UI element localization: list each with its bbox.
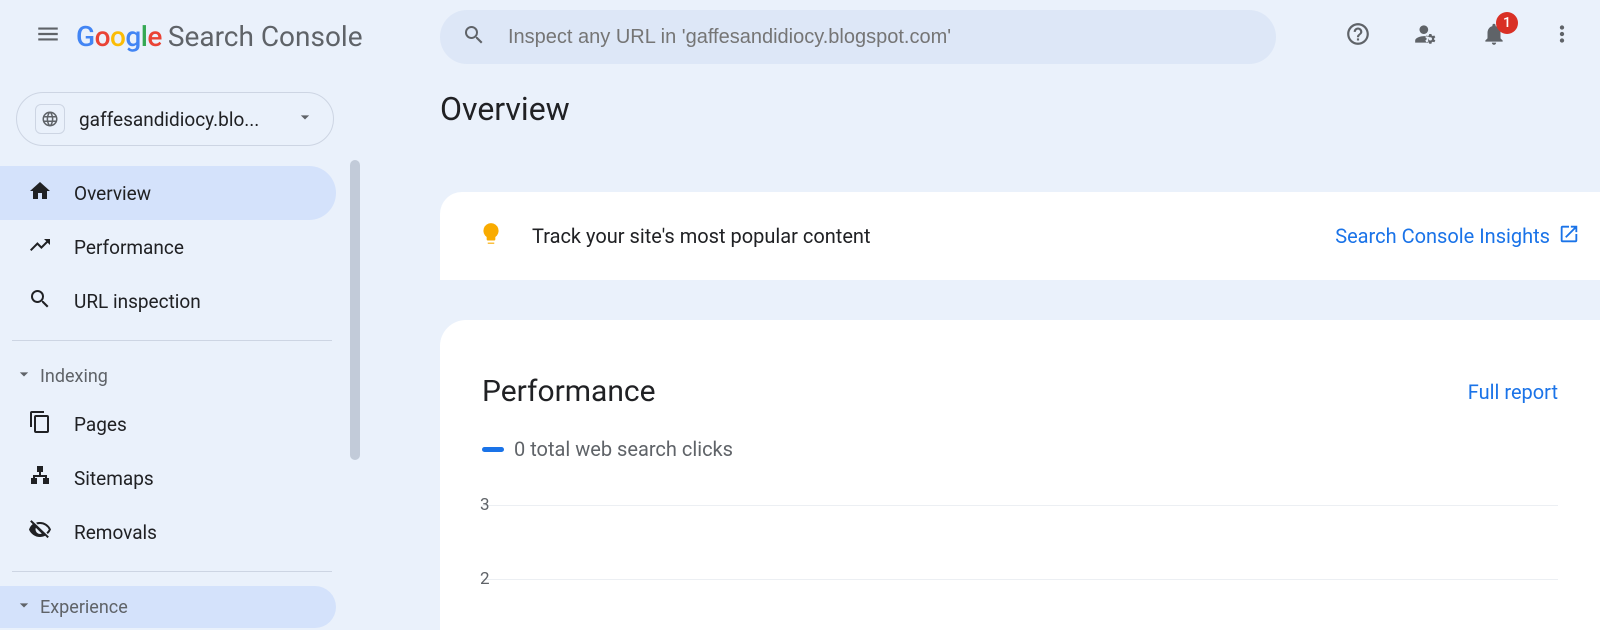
full-report-link[interactable]: Full report: [1468, 380, 1558, 404]
sitemap-icon: [28, 464, 52, 493]
insights-link[interactable]: Search Console Insights: [1335, 223, 1580, 250]
product-logo: Google Search Console: [76, 20, 363, 53]
insights-link-label: Search Console Insights: [1335, 224, 1550, 248]
page-title: Overview: [440, 90, 1600, 156]
main-content: Overview Track your site's most popular …: [440, 90, 1600, 630]
sidebar-item-label: Pages: [74, 413, 336, 436]
hamburger-icon: [35, 21, 61, 51]
chart-legend: 0 total web search clicks: [482, 437, 1558, 461]
sidebar-divider: [12, 571, 332, 572]
sidebar-item-label: Overview: [74, 182, 336, 205]
y-tick-label: 3: [480, 495, 490, 515]
search-icon: [462, 23, 486, 51]
chevron-down-icon: [14, 364, 34, 389]
sidebar-item-label: Sitemaps: [74, 467, 336, 490]
home-icon: [28, 179, 52, 208]
notifications-button[interactable]: 1: [1474, 16, 1514, 56]
help-icon: [1345, 21, 1371, 51]
performance-chart: 3 2: [482, 483, 1558, 623]
search-icon: [28, 287, 52, 316]
insights-text: Track your site's most popular content: [532, 224, 1335, 248]
notification-badge: 1: [1496, 12, 1518, 34]
sidebar-scrollbar[interactable]: [350, 160, 360, 460]
sidebar-item-label: Removals: [74, 521, 336, 544]
sidebar-item-pages[interactable]: Pages: [0, 397, 336, 451]
performance-card-title: Performance: [482, 374, 656, 409]
google-logo: Google: [76, 20, 162, 53]
section-label: Experience: [40, 597, 128, 618]
url-inspect-searchbar[interactable]: [440, 10, 1276, 64]
help-button[interactable]: [1338, 16, 1378, 56]
section-label: Indexing: [40, 366, 108, 387]
users-settings-icon: [1413, 21, 1439, 51]
sidebar-item-sitemaps[interactable]: Sitemaps: [0, 451, 336, 505]
pages-icon: [28, 410, 52, 439]
sidebar-item-performance[interactable]: Performance: [0, 220, 336, 274]
chevron-down-icon: [14, 595, 34, 620]
sidebar-section-experience[interactable]: Experience: [0, 586, 336, 628]
menu-button[interactable]: [24, 12, 72, 60]
legend-label: 0 total web search clicks: [514, 437, 733, 461]
performance-card: Performance Full report 0 total web sear…: [440, 320, 1600, 630]
property-name: gaffesandidiocy.blo...: [79, 108, 295, 131]
sidebar-item-label: Performance: [74, 236, 336, 259]
sidebar-item-url-inspection[interactable]: URL inspection: [0, 274, 336, 328]
users-settings-button[interactable]: [1406, 16, 1446, 56]
lightbulb-icon: [478, 221, 504, 251]
more-button[interactable]: [1542, 16, 1582, 56]
sidebar-item-overview[interactable]: Overview: [0, 166, 336, 220]
trending-icon: [28, 233, 52, 262]
url-inspect-input[interactable]: [508, 26, 1254, 49]
product-name: Search Console: [168, 20, 363, 53]
legend-swatch: [482, 447, 504, 452]
property-selector[interactable]: gaffesandidiocy.blo...: [16, 92, 334, 146]
chevron-down-icon: [295, 107, 315, 131]
sidebar-item-removals[interactable]: Removals: [0, 505, 336, 559]
sidebar-divider: [12, 340, 332, 341]
globe-icon: [35, 104, 65, 134]
more-vert-icon: [1549, 21, 1575, 51]
visibility-off-icon: [28, 518, 52, 547]
sidebar-section-indexing[interactable]: Indexing: [0, 355, 350, 397]
sidebar-item-label: URL inspection: [74, 290, 336, 313]
y-tick-label: 2: [480, 569, 490, 589]
open-in-new-icon: [1558, 223, 1580, 250]
sidebar: gaffesandidiocy.blo... Overview Performa…: [0, 84, 350, 630]
insights-card: Track your site's most popular content S…: [440, 192, 1600, 280]
